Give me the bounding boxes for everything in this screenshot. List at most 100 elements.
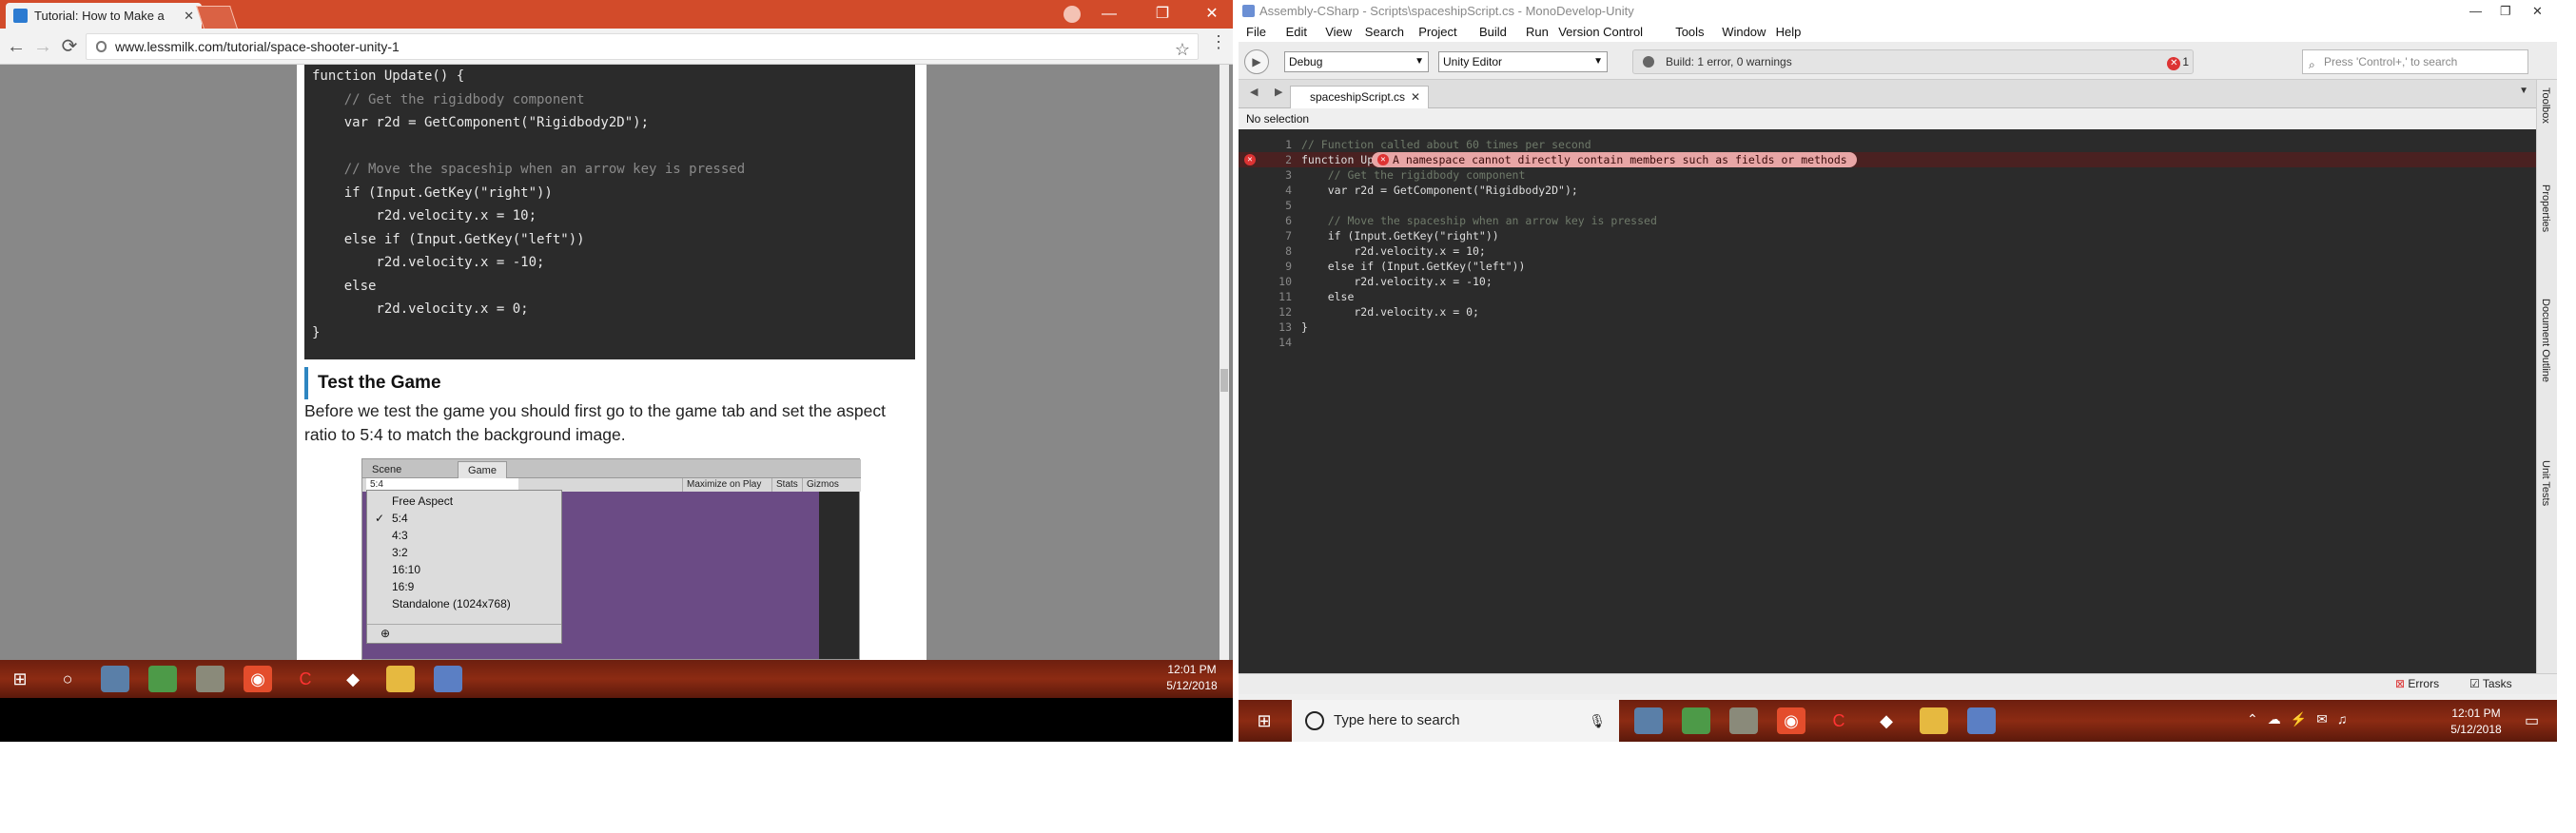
build-status-bar[interactable]: Build: 1 error, 0 warnings ✕ 1 xyxy=(1632,49,2194,74)
line-number: 13 xyxy=(1278,320,1292,334)
errors-pad-button[interactable]: ⊠ Errors xyxy=(2395,674,2439,693)
close-icon[interactable]: ✕ xyxy=(1411,87,1420,107)
start-icon[interactable]: ⊞ xyxy=(1250,707,1278,734)
aspect-menu-item-label: 4:3 xyxy=(392,529,408,542)
code-line: if (Input.GetKey("right")) xyxy=(312,184,553,201)
build-status-icon xyxy=(1643,56,1654,68)
close-tab-icon[interactable]: ✕ xyxy=(184,3,194,29)
menu-window[interactable]: Window xyxy=(1722,23,1766,42)
app-icon-8[interactable] xyxy=(434,666,462,692)
app-icon-2[interactable] xyxy=(148,666,177,692)
app-icon-8[interactable] xyxy=(1967,707,1996,734)
article-column: function Update() { // Get the rigidbody… xyxy=(297,65,927,660)
ide-search-input[interactable]: ⌕ Press 'Control+,' to search xyxy=(2302,49,2528,74)
aspect-menu-item: 4:3 xyxy=(367,527,561,544)
forward-icon[interactable]: → xyxy=(30,34,55,59)
code-line: // Move the spaceship when an arrow key … xyxy=(1301,214,1657,227)
side-pad-document-outline[interactable]: Document Outline xyxy=(2540,299,2551,382)
line-number: 14 xyxy=(1278,336,1292,349)
menu-tools[interactable]: Tools xyxy=(1675,23,1704,42)
stats-button: Stats xyxy=(771,478,802,492)
target-select[interactable]: Unity Editor ▼ xyxy=(1438,51,1608,72)
document-tab[interactable]: spaceshipScript.cs ✕ xyxy=(1290,86,1429,108)
menu-build[interactable]: Build xyxy=(1479,23,1507,42)
line-number: 12 xyxy=(1278,305,1292,319)
side-pad-properties[interactable]: Properties xyxy=(2540,184,2551,232)
menu-project[interactable]: Project xyxy=(1418,23,1456,42)
browser-tab[interactable]: Tutorial: How to Make a ✕ xyxy=(6,3,202,29)
tasks-pad-button[interactable]: ☑ Tasks xyxy=(2469,674,2512,693)
error-count-badge[interactable]: ✕ 1 xyxy=(2167,55,2189,70)
ide-title-bar: Assembly-CSharp - Scripts\spaceshipScrip… xyxy=(1239,0,2557,23)
scrollbar-thumb[interactable] xyxy=(1220,369,1228,392)
tab-forward-icon[interactable]: ▶ xyxy=(1275,86,1282,98)
new-tab-button[interactable] xyxy=(196,6,238,29)
code-editor[interactable]: ✕ 1 2 3 4 5 6 7 8 9 10 11 12 13 14 // Function called… xyxy=(1239,129,2536,673)
line-number: 1 xyxy=(1285,138,1292,151)
microphone-icon[interactable]: 🎙 xyxy=(1589,700,1606,742)
taskbar-clock[interactable]: 12:01 PM 5/12/2018 xyxy=(2439,706,2513,738)
bookmark-star-icon[interactable]: ☆ xyxy=(1175,37,1190,62)
app-icon-2[interactable] xyxy=(1682,707,1710,734)
code-line: } xyxy=(312,324,321,340)
app-icon-5[interactable]: C xyxy=(291,666,320,692)
taskbar-clock[interactable]: 12:01 PM 5/12/2018 xyxy=(1159,662,1225,694)
close-window-button[interactable]: ✕ xyxy=(1191,0,1233,29)
minimize-button[interactable]: — xyxy=(2469,0,2482,23)
menu-search[interactable]: Search xyxy=(1365,23,1404,42)
chrome-icon[interactable]: ◉ xyxy=(1777,707,1805,734)
aspect-menu-item: 16:9 xyxy=(367,578,561,595)
menu-view[interactable]: View xyxy=(1325,23,1352,42)
ide-toolbar: ▶ Debug ▼ Unity Editor ▼ Build: 1 error, 0… xyxy=(1239,42,2557,80)
aspect-menu-item: 5:4 ✓ xyxy=(367,510,561,527)
line-number: 9 xyxy=(1285,260,1292,273)
side-pad-toolbox[interactable]: Toolbox xyxy=(2540,87,2551,124)
taskbar-search-box[interactable]: Type here to search 🎙 xyxy=(1292,700,1619,742)
code-line: else if (Input.GetKey("left")) xyxy=(1301,260,1526,273)
system-tray-icons[interactable]: ⌃☁⚡✉♫ xyxy=(2247,711,2356,727)
errors-label: Errors xyxy=(2408,677,2440,690)
unity-icon[interactable]: ◆ xyxy=(1872,707,1901,734)
chrome-menu-icon[interactable]: ⋮ xyxy=(1210,32,1227,52)
file-explorer-icon[interactable] xyxy=(1920,707,1948,734)
section-heading: Test the Game xyxy=(304,367,913,399)
tab-back-icon[interactable]: ◀ xyxy=(1250,86,1258,98)
menu-edit[interactable]: Edit xyxy=(1286,23,1307,42)
file-explorer-icon[interactable] xyxy=(386,666,415,692)
page-scrollbar[interactable] xyxy=(1220,65,1229,660)
line-number-gutter: 1 2 3 4 5 6 7 8 9 10 11 12 13 14 xyxy=(1239,137,1296,666)
profile-icon[interactable] xyxy=(1064,6,1081,23)
maximize-button[interactable]: ❐ xyxy=(1142,0,1183,29)
cortana-icon[interactable]: ○ xyxy=(53,666,82,692)
maximize-button[interactable]: ❐ xyxy=(2500,0,2511,23)
config-select[interactable]: Debug ▼ xyxy=(1284,51,1429,72)
chrome-icon[interactable]: ◉ xyxy=(244,666,272,692)
side-pad-unit-tests[interactable]: Unit Tests xyxy=(2540,460,2551,506)
menu-file[interactable]: File xyxy=(1246,23,1266,42)
menu-version-control[interactable]: Version Control xyxy=(1558,23,1643,42)
run-icon[interactable]: ▶ xyxy=(1244,49,1269,74)
app-icon-1[interactable] xyxy=(101,666,129,692)
chevron-down-icon: ▼ xyxy=(1415,56,1424,67)
menu-help[interactable]: Help xyxy=(1776,23,1802,42)
unity-icon[interactable]: ◆ xyxy=(339,666,367,692)
app-icon-1[interactable] xyxy=(1634,707,1663,734)
url-field[interactable]: www.lessmilk.com/tutorial/space-shooter-… xyxy=(86,33,1199,60)
line-number: 6 xyxy=(1285,214,1292,227)
clock-time: 12:01 PM xyxy=(1167,663,1217,676)
minimize-button[interactable]: — xyxy=(1088,0,1130,29)
notifications-icon[interactable]: ▭ xyxy=(2525,711,2539,730)
code-block-lines: function Update() { // Get the rigidbody… xyxy=(312,65,907,344)
start-icon[interactable]: ⊞ xyxy=(6,666,34,692)
reload-icon[interactable]: ⟳ xyxy=(57,34,82,59)
game-view-panel xyxy=(819,492,859,659)
code-line: else if (Input.GetKey("left")) xyxy=(312,231,585,247)
app-icon-3[interactable] xyxy=(196,666,224,692)
app-icon-5[interactable]: C xyxy=(1825,707,1853,734)
error-bubble[interactable]: ✕ A namespace cannot directly contain me… xyxy=(1372,152,1857,167)
menu-run[interactable]: Run xyxy=(1526,23,1549,42)
back-icon[interactable]: ← xyxy=(4,34,29,59)
close-window-button[interactable]: ✕ xyxy=(2532,0,2543,23)
tab-list-icon[interactable]: ▼ xyxy=(2519,86,2528,96)
app-icon-3[interactable] xyxy=(1729,707,1758,734)
